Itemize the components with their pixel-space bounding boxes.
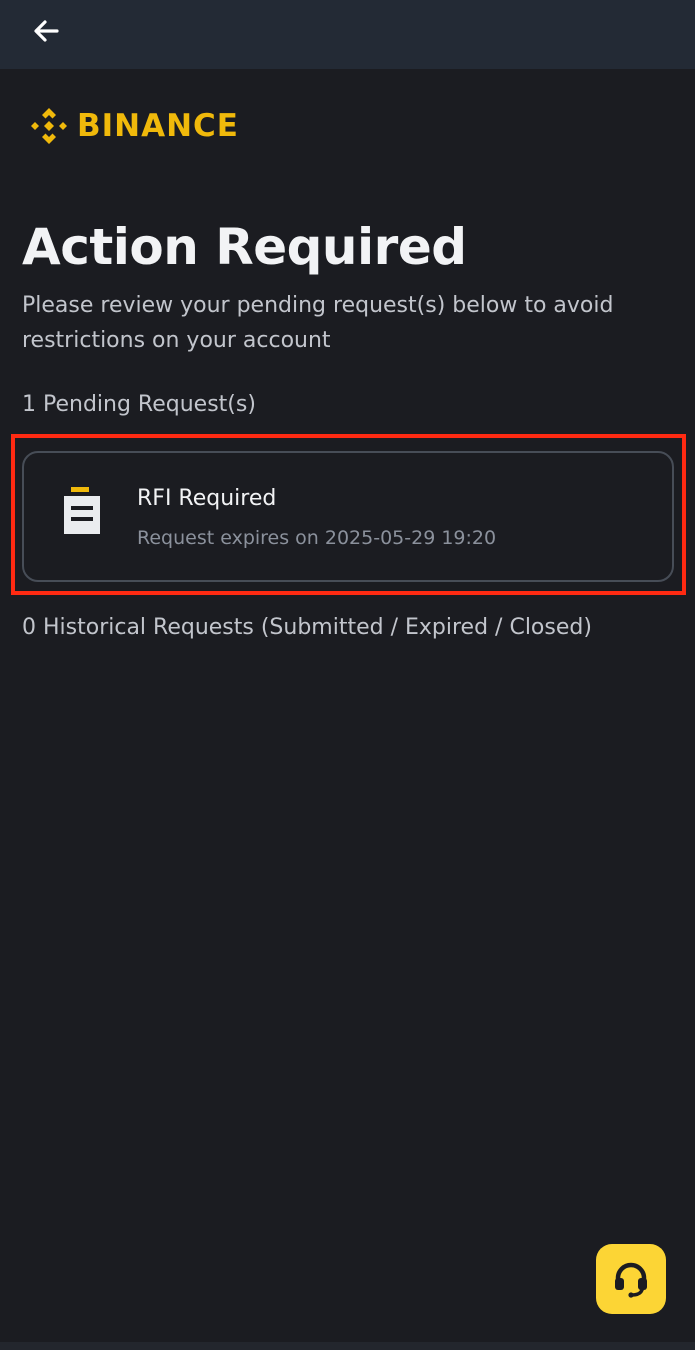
back-button[interactable] (28, 13, 64, 49)
logo-text: BINANCE (77, 108, 239, 144)
binance-logo-icon (31, 108, 67, 144)
historical-requests-count: 0 Historical Requests (Submitted / Expir… (22, 615, 592, 640)
support-button[interactable] (596, 1244, 666, 1314)
page-title: Action Required (22, 218, 467, 276)
pending-requests-count: 1 Pending Request(s) (22, 392, 256, 417)
top-bar (0, 0, 695, 69)
binance-logo: BINANCE (27, 104, 239, 148)
request-expiry: Request expires on 2025-05-29 19:20 (137, 527, 497, 549)
document-icon (64, 487, 100, 534)
page-subtitle: Please review your pending request(s) be… (22, 293, 614, 353)
arrow-left-icon (34, 20, 59, 42)
page: BINANCE Action Required Please review yo… (0, 0, 695, 1350)
request-title: RFI Required (137, 486, 277, 511)
headset-icon (615, 1262, 647, 1298)
rfi-request-card[interactable]: RFI Required Request expires on 2025-05-… (22, 451, 674, 582)
bottom-strip (0, 1342, 695, 1350)
